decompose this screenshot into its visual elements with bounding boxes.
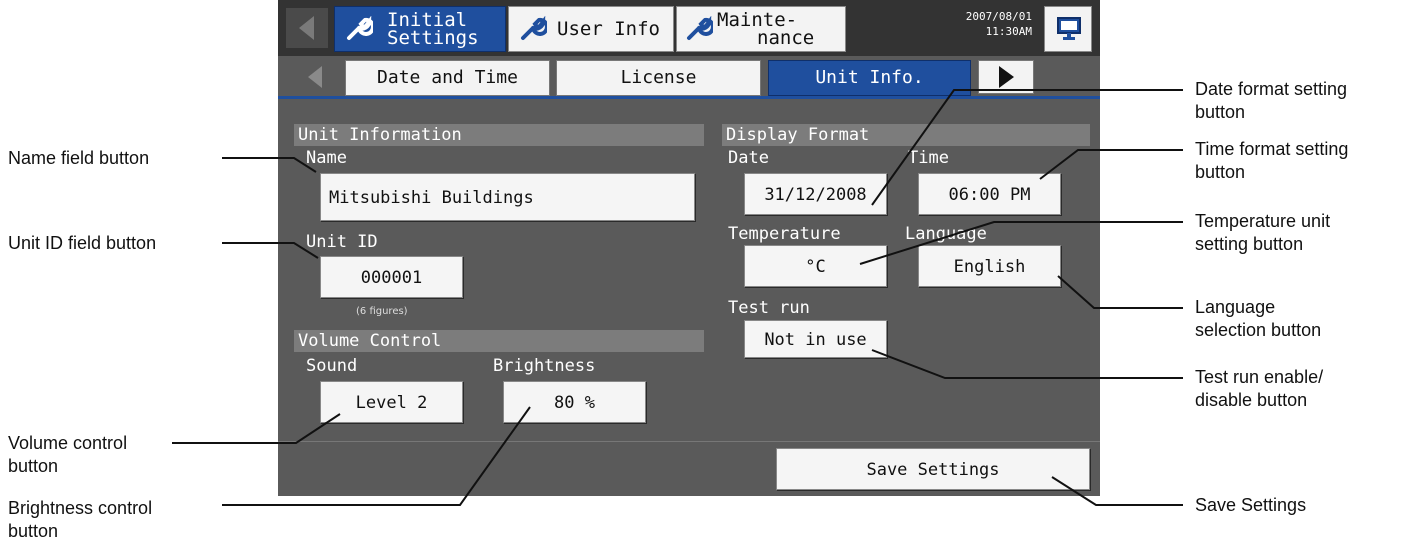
callout-name: Name field button bbox=[8, 148, 150, 168]
callout-line-time bbox=[1039, 149, 1183, 180]
callout-date: Date format setting button bbox=[1195, 78, 1347, 124]
callout-brightness-line1: Brightness control bbox=[8, 498, 153, 518]
callout-save: Save Settings bbox=[1195, 495, 1307, 515]
callout-language-line2: selection button bbox=[1195, 320, 1322, 340]
callout-volume-line1: Volume control bbox=[8, 433, 128, 453]
callout-volume: Volume control button bbox=[8, 432, 127, 478]
callout-line-test-run bbox=[871, 349, 1183, 379]
callout-temperature: Temperature unit setting button bbox=[1195, 210, 1330, 256]
callout-line-unit-id bbox=[222, 242, 319, 259]
callout-brightness: Brightness control button bbox=[8, 497, 152, 543]
callout-language: Language selection button bbox=[1195, 296, 1321, 342]
callout-time: Time format setting button bbox=[1195, 138, 1348, 184]
callout-test-run-line2: disable button bbox=[1195, 390, 1308, 410]
callout-temperature-line2: setting button bbox=[1195, 234, 1304, 254]
callout-brightness-line2: button bbox=[8, 521, 59, 541]
callout-line-temperature bbox=[859, 221, 1183, 265]
callout-date-line1: Date format setting bbox=[1195, 79, 1348, 99]
callout-volume-line2: button bbox=[8, 456, 59, 476]
callout-line-volume bbox=[172, 413, 341, 444]
callout-line-name bbox=[222, 157, 317, 173]
callout-line-brightness bbox=[222, 406, 531, 506]
callout-test-run-line1: Test run enable/ bbox=[1195, 367, 1324, 387]
callout-time-line2: button bbox=[1195, 162, 1246, 182]
callout-line-language bbox=[1057, 275, 1183, 309]
callout-date-line2: button bbox=[1195, 102, 1246, 122]
callout-line-date bbox=[871, 89, 1183, 206]
callout-language-line1: Language bbox=[1195, 297, 1276, 317]
callout-temperature-line1: Temperature unit bbox=[1195, 211, 1331, 231]
callout-test-run: Test run enable/ disable button bbox=[1195, 366, 1323, 412]
callout-time-line1: Time format setting bbox=[1195, 139, 1349, 159]
callout-unit-id: Unit ID field button bbox=[8, 233, 157, 253]
callout-line-save bbox=[1051, 476, 1183, 506]
